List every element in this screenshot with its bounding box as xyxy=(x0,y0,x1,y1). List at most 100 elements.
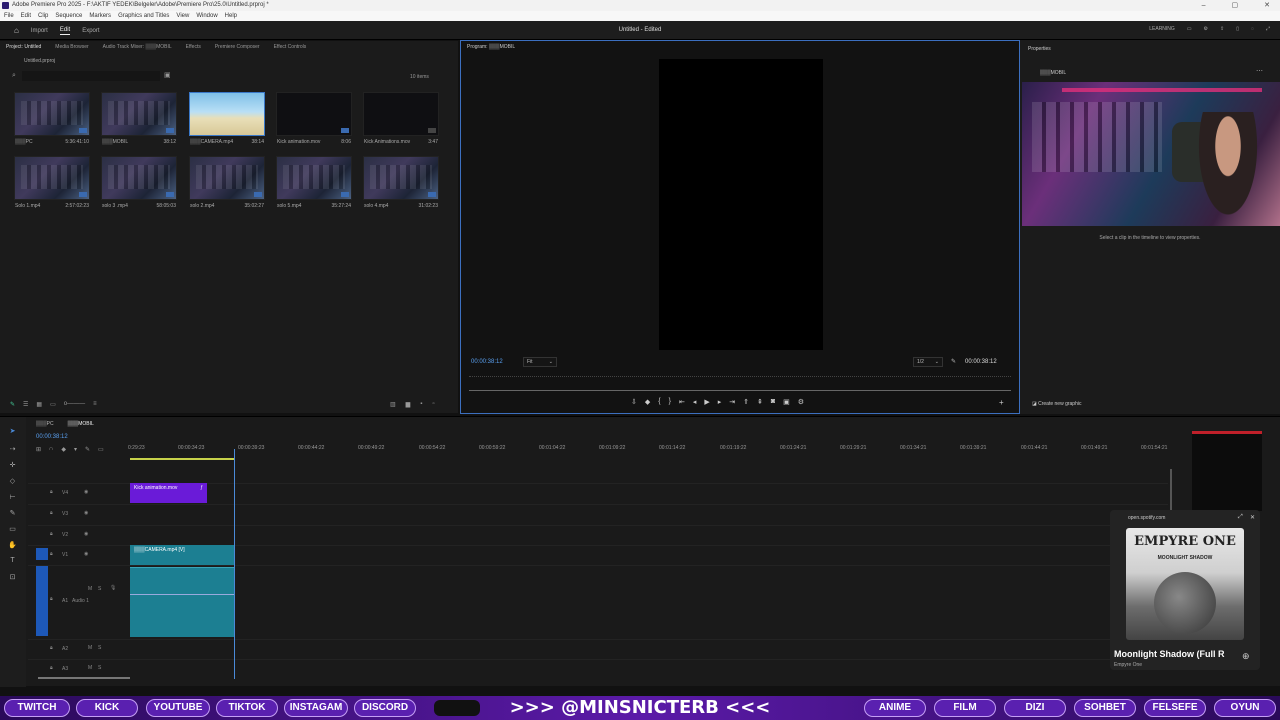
close-button[interactable]: ✕ xyxy=(1264,0,1270,11)
pencil-icon[interactable]: ✎ xyxy=(10,401,15,408)
new-bin-button-icon[interactable]: ▆ xyxy=(406,401,411,408)
marker-icon[interactable]: ◆ xyxy=(645,398,650,406)
mark-out-icon[interactable]: } xyxy=(669,398,671,406)
tab-premiere-composer[interactable]: Premiere Composer xyxy=(215,41,260,53)
settings-icon[interactable]: ⚙ xyxy=(1204,26,1208,32)
media-thumbnail[interactable]: solo 2.mp4 35:02:27 xyxy=(189,156,265,209)
timeline-ruler[interactable]: 0:29:23 00:00:34:23 00:00:39:23 00:00:44… xyxy=(128,445,1168,457)
comment-icon[interactable]: ▯ xyxy=(1236,26,1239,32)
work-area-bar[interactable] xyxy=(130,458,234,460)
ripple-edit-icon[interactable]: ✛ xyxy=(8,461,17,470)
playhead[interactable] xyxy=(234,449,235,679)
mute-icon[interactable]: M xyxy=(88,586,92,592)
captions-icon[interactable]: ▭ xyxy=(98,446,104,453)
step-forward-icon[interactable]: ▸ xyxy=(718,398,722,406)
monitor-scrollbar[interactable] xyxy=(469,390,1011,391)
marker-flag-icon[interactable]: ▾ xyxy=(74,446,77,453)
source-patch[interactable] xyxy=(36,566,48,636)
list-view-icon[interactable]: ☰ xyxy=(23,401,28,408)
media-thumbnail[interactable]: solo 5.mp4 35:27:24 xyxy=(276,156,352,209)
media-thumbnail[interactable]: solo 3 .mp4 58:05:03 xyxy=(101,156,177,209)
tab-audio-mixer[interactable]: Audio Track Mixer: ▒▒▒MOBIL xyxy=(103,41,172,53)
source-patch[interactable] xyxy=(36,548,48,560)
add-marker-icon[interactable]: ◆ xyxy=(61,446,66,453)
new-bin-icon[interactable]: ▣ xyxy=(164,71,171,79)
export-frame-icon[interactable]: ◙ xyxy=(771,398,775,406)
clip-kick-animation[interactable]: Kick animation.mov ƒ xyxy=(130,483,207,503)
go-to-in-icon[interactable]: ⇤ xyxy=(679,398,685,406)
search-input[interactable] xyxy=(22,71,160,81)
create-graphic-button[interactable]: ◪ Create new graphic xyxy=(1032,401,1081,407)
timeline-scrollbar[interactable] xyxy=(38,677,130,679)
share-icon[interactable]: ⇪ xyxy=(1220,26,1224,32)
media-thumbnail[interactable]: Kick animation.mov 8:06 xyxy=(276,92,352,145)
solo-icon[interactable]: S xyxy=(98,645,101,651)
eye-icon[interactable]: ◉ xyxy=(84,510,88,516)
lock-icon[interactable]: 🔒︎ xyxy=(50,645,53,651)
compare-icon[interactable]: ▣ xyxy=(783,398,790,406)
fit-dropdown[interactable]: Fit ⌄ xyxy=(523,357,557,367)
zoom-slider[interactable]: o——— xyxy=(64,401,85,408)
clear-icon[interactable]: ▫ xyxy=(432,401,434,408)
quality-dropdown[interactable]: 1/2 ⌄ xyxy=(913,357,943,367)
wrench-icon[interactable]: ✎ xyxy=(951,358,956,365)
snap-icon[interactable]: ⊞ xyxy=(36,446,41,453)
workspace-icon[interactable]: ▭ xyxy=(1187,26,1192,32)
mic-icon[interactable]: 🎙︎ xyxy=(110,585,116,591)
monitor-time-ruler[interactable] xyxy=(469,376,1011,380)
mute-icon[interactable]: M xyxy=(88,665,92,671)
home-icon[interactable]: ⌂ xyxy=(14,26,19,35)
lock-icon[interactable]: 🔒︎ xyxy=(50,510,53,516)
tab-effect-controls[interactable]: Effect Controls xyxy=(274,41,307,53)
tab-media-browser[interactable]: Media Browser xyxy=(55,41,88,53)
menu-help[interactable]: Help xyxy=(225,11,237,21)
lock-icon[interactable]: 🔒︎ xyxy=(50,489,53,495)
settings-icon[interactable]: ⚙ xyxy=(798,398,804,406)
eye-icon[interactable]: ◉ xyxy=(84,551,88,557)
solo-icon[interactable]: S xyxy=(98,586,101,592)
maximize-button[interactable]: ▢ xyxy=(1232,0,1239,11)
lock-icon[interactable]: 🔒︎ xyxy=(50,551,53,557)
media-thumbnail[interactable]: Kick Animations.mov 3:47 xyxy=(363,92,439,145)
lift-icon[interactable]: ⇑ xyxy=(743,398,749,406)
timeline-timecode[interactable]: 00:00:38:12 xyxy=(36,434,68,440)
menu-window[interactable]: Window xyxy=(196,11,217,21)
lock-icon[interactable]: 🔒︎ xyxy=(50,531,53,537)
media-thumbnail[interactable]: Solo 1.mp4 2:57:02:23 xyxy=(14,156,90,209)
freeform-view-icon[interactable]: ▭ xyxy=(50,401,56,408)
linked-icon[interactable]: ∩ xyxy=(49,446,53,453)
nav-export[interactable]: Export xyxy=(82,28,99,34)
minimize-button[interactable]: – xyxy=(1202,0,1206,11)
tab-effects[interactable]: Effects xyxy=(186,41,201,53)
playhead-timecode[interactable]: 00:00:38:12 xyxy=(471,359,503,365)
media-thumbnail[interactable]: ▒▒▒PC 5:36:41:10 xyxy=(14,92,90,145)
tab-sequence-mobil[interactable]: ▒▒▒MOBIL xyxy=(68,421,94,427)
sync-icon[interactable]: ◌ xyxy=(1251,26,1254,32)
new-item-icon[interactable]: ▪ xyxy=(420,401,422,408)
monitor-tab[interactable]: Program: ▒▒▒MOBIL xyxy=(467,44,515,50)
play-icon[interactable]: ▶ xyxy=(704,398,709,406)
add-button-icon[interactable]: + xyxy=(999,398,1004,407)
close-icon[interactable]: ✕ xyxy=(1250,514,1255,521)
mark-in-icon[interactable]: { xyxy=(658,398,660,406)
menu-edit[interactable]: Edit xyxy=(21,11,31,21)
type-tool-icon[interactable]: T xyxy=(8,557,17,566)
add-to-library-icon[interactable]: ⊕ xyxy=(1242,651,1250,662)
expand-icon[interactable]: ⤢ xyxy=(1238,514,1243,521)
eye-icon[interactable]: ◉ xyxy=(84,531,88,537)
nav-edit[interactable]: Edit xyxy=(59,27,71,35)
menu-file[interactable]: File xyxy=(4,11,14,21)
menu-clip[interactable]: Clip xyxy=(38,11,48,21)
slip-icon[interactable]: ⊢ xyxy=(8,493,17,502)
razor-icon[interactable]: ◇ xyxy=(8,477,17,486)
hand-tool-icon[interactable]: ✋ xyxy=(8,541,17,550)
menu-markers[interactable]: Markers xyxy=(89,11,111,21)
clip-camera-video[interactable]: ▒▒▒CAMERA.mp4 [V] xyxy=(130,545,234,565)
step-back-icon[interactable]: ◂ xyxy=(693,398,697,406)
fullscreen-icon[interactable]: ⤢ xyxy=(1266,26,1270,32)
pen-tool-icon[interactable]: ✎ xyxy=(8,509,17,518)
lock-icon[interactable]: 🔒︎ xyxy=(50,596,53,602)
tab-project[interactable]: Project: Untitled xyxy=(6,41,41,53)
tab-sequence-pc[interactable]: ▒▒▒PC xyxy=(36,421,54,427)
nav-import[interactable]: Import xyxy=(31,28,48,34)
